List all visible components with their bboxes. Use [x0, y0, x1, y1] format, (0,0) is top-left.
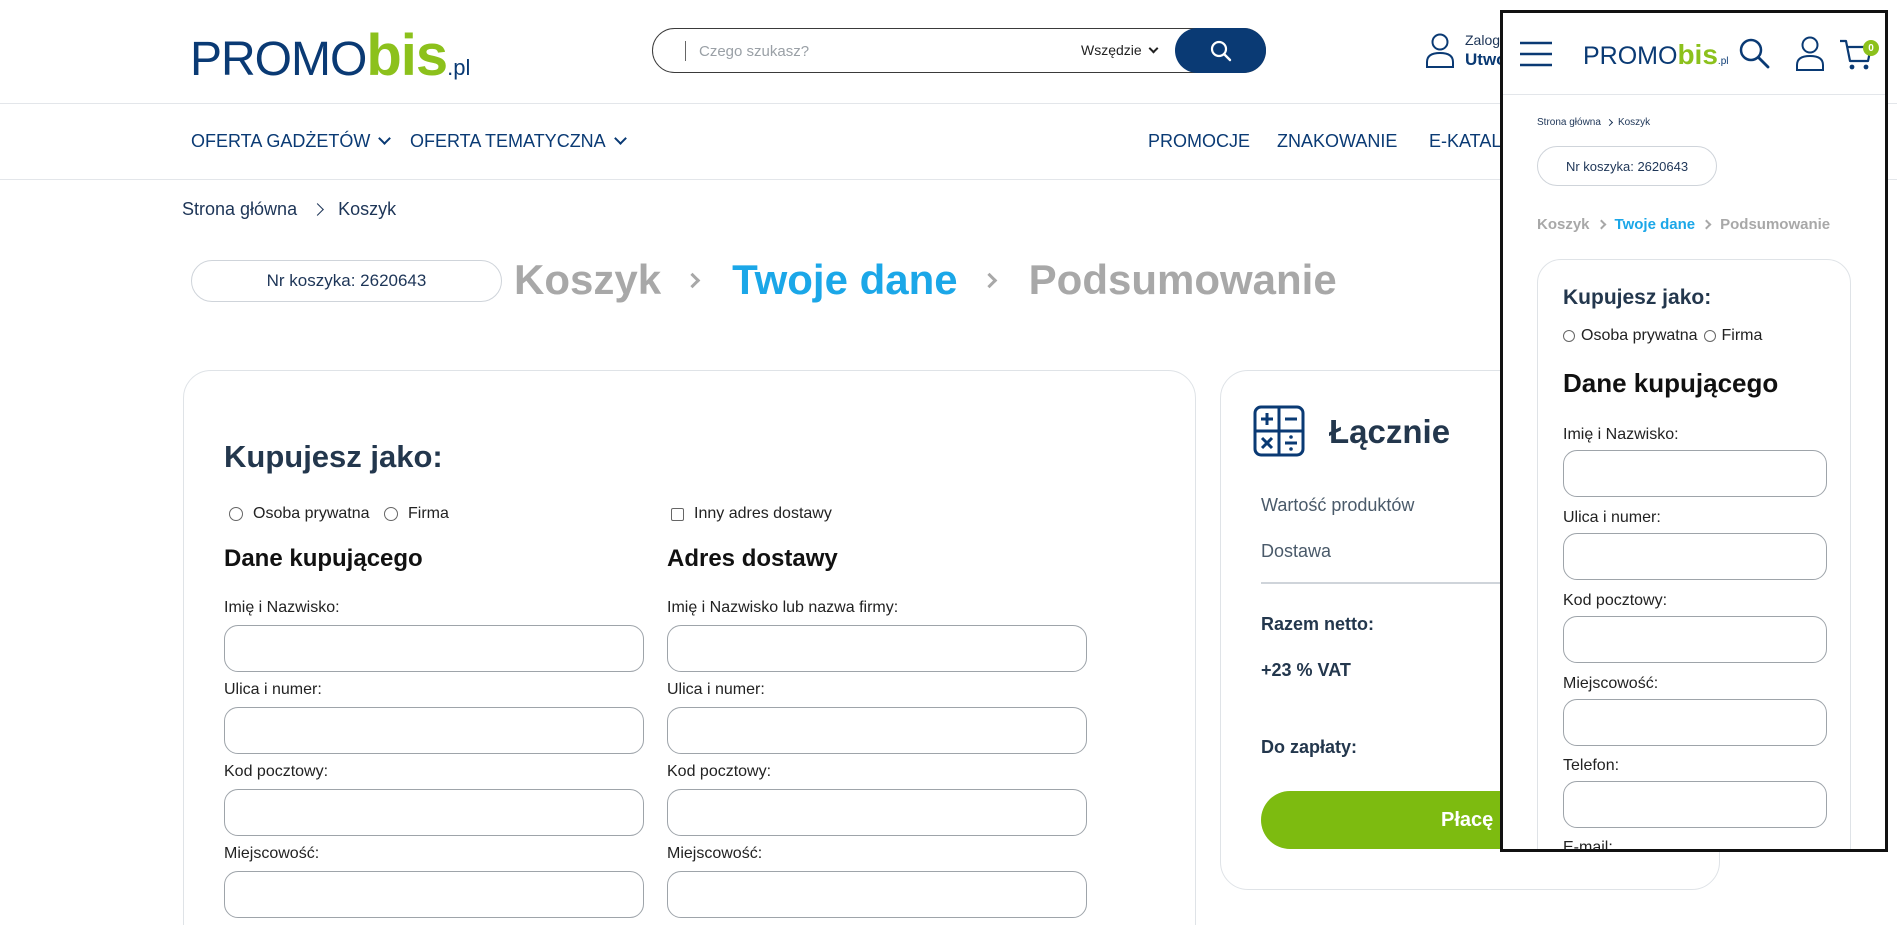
other-address-checkbox[interactable]	[671, 507, 684, 521]
buyer-city-input[interactable]	[224, 871, 644, 918]
chevron-down-icon	[1148, 43, 1159, 53]
delivery-city-label: Miejscowość:	[667, 845, 763, 862]
search-icon	[1210, 40, 1231, 61]
private-option-label: Osoba prywatna	[1581, 327, 1698, 344]
step-your-data: Twoje dane	[1614, 216, 1696, 233]
buyer-postcode-input[interactable]	[224, 789, 644, 836]
breadcrumb-cart[interactable]: Koszyk	[338, 199, 396, 220]
site-logo[interactable]: PROMO bis .pl	[190, 22, 470, 88]
buyer-name-label: Imię i Nazwisko:	[224, 599, 340, 616]
street-input[interactable]	[1563, 533, 1827, 580]
breadcrumb-home[interactable]: Strona główna	[1537, 117, 1601, 128]
step-summary: Podsumowanie	[1028, 256, 1337, 303]
checkout-steps: Koszyk Twoje dane Podsumowanie	[514, 256, 1337, 304]
chevron-down-icon	[613, 132, 627, 145]
buy-as-private-option[interactable]: Osoba prywatna	[229, 505, 370, 523]
company-option-label: Firma	[1721, 327, 1763, 344]
checkout-form-card: Kupujesz jako: Osoba prywatna Firma Inny…	[183, 370, 1196, 925]
phone-input[interactable]	[1563, 781, 1827, 828]
email-label: E-mail:	[1563, 839, 1613, 852]
user-icon[interactable]	[1795, 35, 1825, 71]
radio-private[interactable]	[1563, 330, 1575, 342]
delivery-name-label: Imię i Nazwisko lub nazwa firmy:	[667, 599, 899, 616]
city-label: Miejscowość:	[1563, 675, 1659, 692]
products-value-label: Wartość produktów	[1261, 495, 1415, 515]
buy-as-company-option[interactable]: Firma	[384, 505, 449, 523]
postcode-input[interactable]	[1563, 616, 1827, 663]
search-input[interactable]	[699, 37, 999, 65]
name-label: Imię i Nazwisko:	[1563, 426, 1679, 443]
chevron-right-icon	[684, 272, 701, 288]
hamburger-menu-icon[interactable]	[1519, 41, 1553, 67]
buyer-postcode-label: Kod pocztowy:	[224, 763, 329, 780]
buyer-section-title: Dane kupującego	[1563, 368, 1779, 398]
buyer-section-title: Dane kupującego	[224, 545, 423, 572]
buyer-street-input[interactable]	[224, 707, 644, 754]
summary-title: Łącznie	[1329, 413, 1451, 450]
delivery-section-title: Adres dostawy	[667, 545, 838, 572]
step-cart[interactable]: Koszyk	[514, 256, 661, 304]
breadcrumb-cart[interactable]: Koszyk	[1618, 117, 1650, 128]
search-button[interactable]	[1175, 28, 1266, 73]
delivery-postcode-label: Kod pocztowy:	[667, 763, 772, 780]
cart-number-badge: Nr koszyka: 2620643	[191, 260, 502, 302]
chevron-down-icon	[378, 132, 392, 145]
street-label: Ulica i numer:	[1563, 509, 1661, 526]
step-your-data: Twoje dane	[732, 256, 958, 303]
nav-item-branding[interactable]: ZNAKOWANIE	[1277, 131, 1397, 152]
cart-count-badge: 0	[1863, 40, 1879, 56]
mobile-form-card: Kupujesz jako: Osoba prywatna Firma Dane…	[1537, 259, 1851, 852]
delivery-postcode-input[interactable]	[667, 789, 1087, 836]
radio-company[interactable]	[1703, 330, 1716, 342]
radio-private[interactable]	[229, 507, 243, 521]
search-icon[interactable]	[1738, 37, 1770, 69]
delivery-cost-label: Dostawa	[1261, 541, 1332, 561]
chevron-right-icon	[311, 203, 324, 216]
delivery-name-input[interactable]	[667, 625, 1087, 672]
step-summary: Podsumowanie	[1720, 216, 1831, 233]
chevron-right-icon	[1701, 219, 1712, 230]
mobile-preview: PROMO bis .pl 0 Strona główna Koszyk Nr ko…	[1500, 10, 1888, 852]
calculator-icon	[1253, 405, 1305, 457]
net-total-label: Razem netto:	[1261, 614, 1375, 634]
mobile-breadcrumb: Strona główna Koszyk	[1537, 117, 1650, 128]
chevron-right-icon	[1596, 219, 1606, 230]
vat-label: +23 % VAT	[1261, 660, 1351, 680]
nav-item-thematic-offer[interactable]: OFERTA TEMATYCZNA	[410, 131, 627, 152]
step-cart[interactable]: Koszyk	[1537, 216, 1590, 233]
delivery-city-input[interactable]	[667, 871, 1087, 918]
buyer-name-input[interactable]	[224, 625, 644, 672]
user-icon	[1426, 33, 1454, 68]
account-link[interactable]: Zalogu Utwó	[1425, 30, 1508, 70]
phone-label: Telefon:	[1563, 757, 1620, 774]
mobile-cart-number-badge: Nr koszyka: 2620643	[1537, 146, 1717, 186]
other-address-option[interactable]: Inny adres dostawy	[671, 505, 832, 523]
text-cursor	[685, 41, 686, 61]
mobile-header: PROMO bis .pl 0	[1503, 13, 1885, 95]
radio-company[interactable]	[384, 507, 398, 521]
delivery-street-input[interactable]	[667, 707, 1087, 754]
chevron-right-icon	[1605, 118, 1613, 127]
postcode-label: Kod pocztowy:	[1563, 592, 1668, 609]
buy-as-title: Kupujesz jako:	[224, 439, 443, 474]
search-scope-select[interactable]: Wszędzie	[1081, 42, 1159, 58]
chevron-right-icon	[981, 272, 997, 288]
search-bar: Wszędzie	[652, 28, 1266, 73]
mobile-checkout-steps: Koszyk Twoje dane Podsumowanie	[1537, 216, 1830, 233]
name-input[interactable]	[1563, 450, 1827, 497]
delivery-street-label: Ulica i numer:	[667, 681, 765, 698]
mobile-site-logo[interactable]: PROMO bis .pl	[1583, 39, 1728, 71]
buyer-city-label: Miejscowość:	[224, 845, 320, 862]
buy-as-options: Osoba prywatna Firma	[1563, 327, 1762, 345]
nav-item-gadget-offer[interactable]: OFERTA GADŻETÓW	[191, 131, 392, 152]
nav-item-promotions[interactable]: PROMOCJE	[1148, 131, 1250, 152]
buyer-street-label: Ulica i numer:	[224, 681, 322, 698]
breadcrumb-home[interactable]: Strona główna	[182, 199, 297, 220]
amount-due-label: Do zapłaty:	[1261, 737, 1358, 757]
buy-as-title: Kupujesz jako:	[1563, 286, 1712, 309]
breadcrumb: Strona główna Koszyk	[182, 199, 396, 220]
city-input[interactable]	[1563, 699, 1827, 746]
